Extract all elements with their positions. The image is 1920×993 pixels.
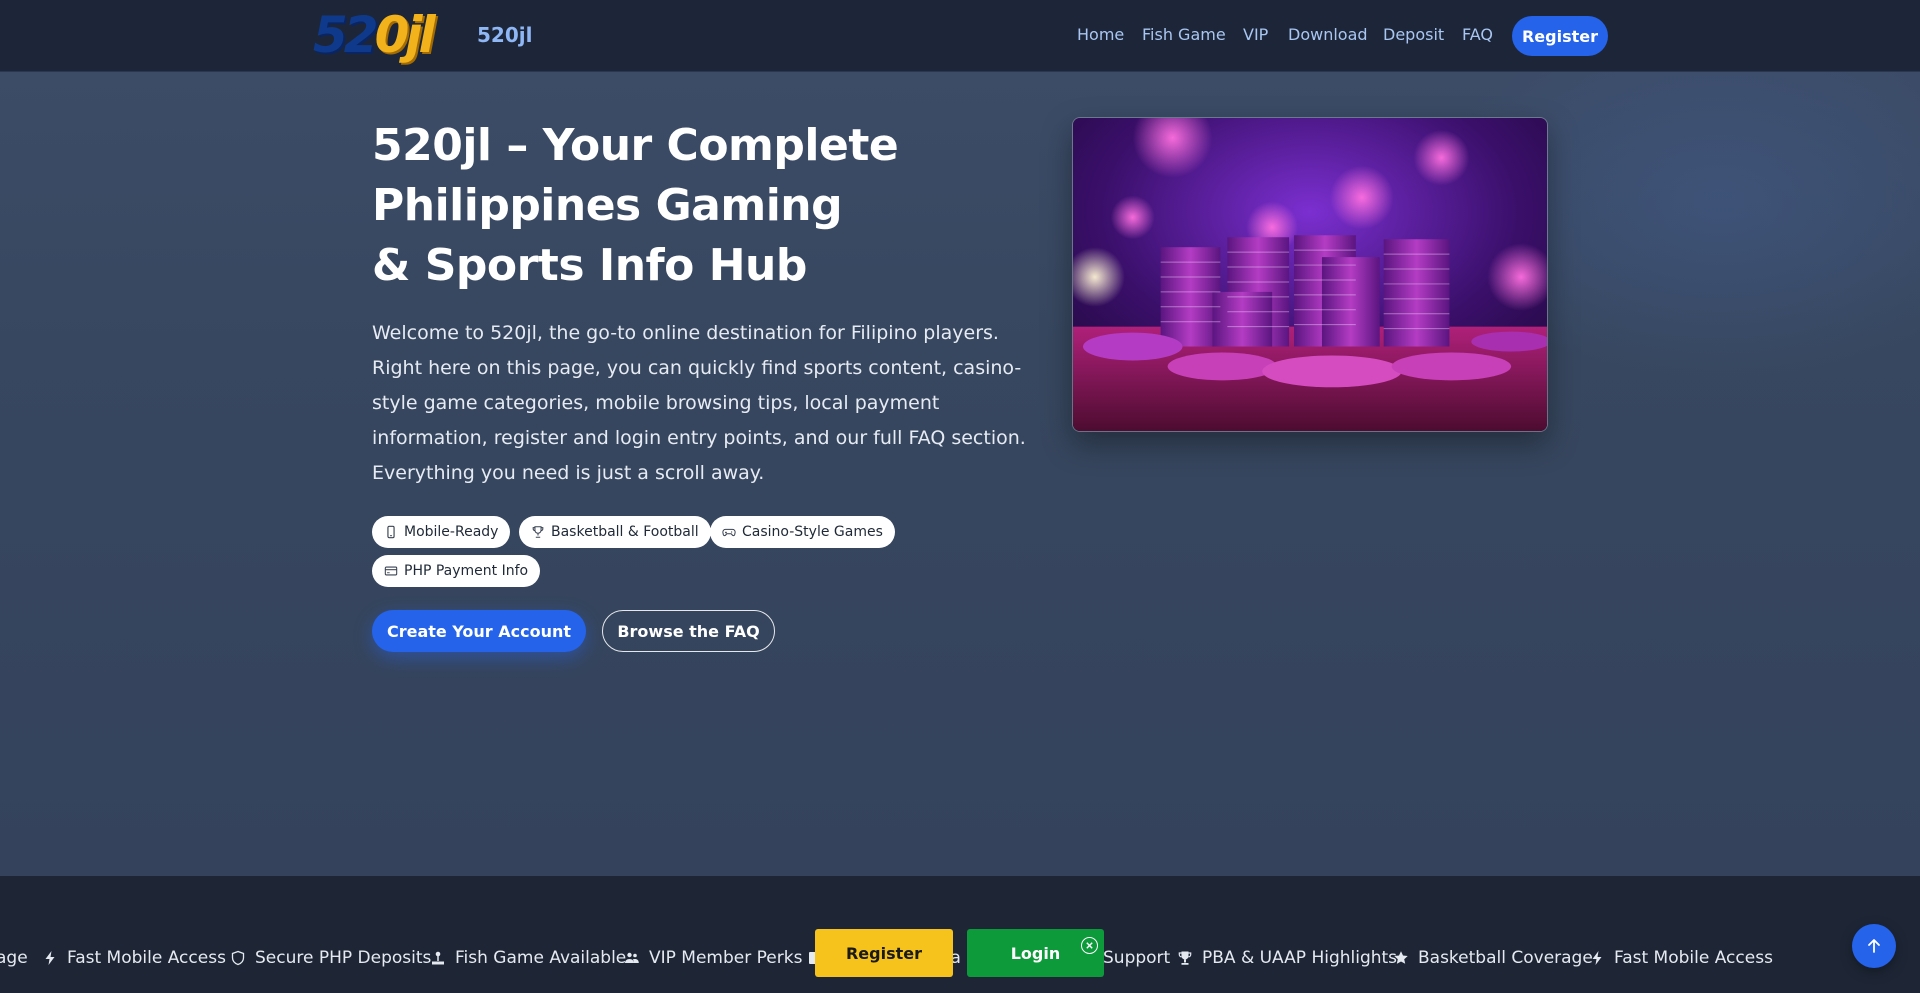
phone-icon xyxy=(387,525,395,539)
ticker-item: Support xyxy=(1103,946,1170,970)
ticker-item: Fish Game Available xyxy=(430,946,626,970)
site-header: 520jl 520jl Home Fish Game VIP Download … xyxy=(0,0,1920,72)
bolt-icon xyxy=(1592,951,1602,965)
tag-label: PHP Payment Info xyxy=(404,563,529,579)
ticker-label: age xyxy=(0,948,28,968)
ticker-item: Basketball Coverage xyxy=(1393,946,1593,970)
floating-login-button[interactable]: Login xyxy=(967,929,1104,977)
hero-title-line: & Sports Info Hub xyxy=(372,240,807,291)
ticker-item: VIP Member Perks xyxy=(624,946,802,970)
star-icon xyxy=(1394,951,1408,964)
nav-faq[interactable]: FAQ xyxy=(1462,25,1493,44)
nav-download[interactable]: Download xyxy=(1288,25,1368,44)
tag-casino-style-games: Casino-Style Games xyxy=(710,516,895,548)
logo-mark: 520jl xyxy=(313,6,436,64)
hero-casino-chips-image xyxy=(1072,117,1548,432)
hero-description: Welcome to 520jl, the go-to online desti… xyxy=(372,322,1026,484)
ticker-label: Fast Mobile Access xyxy=(1614,948,1773,968)
scroll-to-top-button[interactable] xyxy=(1852,924,1896,968)
close-icon[interactable] xyxy=(1081,937,1098,954)
arrow-up-icon xyxy=(1868,939,1880,953)
ticker-item: Fast Mobile Access xyxy=(1589,946,1773,970)
tag-php-payment-info: PHP Payment Info xyxy=(372,555,541,587)
ticker-label: Secure PHP Deposits xyxy=(255,948,432,968)
hero-title-line: Philippines Gaming xyxy=(372,180,843,231)
browse-faq-button[interactable]: Browse the FAQ xyxy=(602,610,775,652)
create-account-button[interactable]: Create Your Account xyxy=(372,610,586,652)
ticker-label: Fast Mobile Access xyxy=(67,948,226,968)
joystick-icon xyxy=(432,951,444,965)
tag-label: Mobile-Ready xyxy=(404,524,499,540)
card-icon xyxy=(384,566,398,576)
nav-vip[interactable]: VIP xyxy=(1243,25,1268,44)
header-register-button[interactable]: Register xyxy=(1512,16,1608,56)
ticker-label: Fish Game Available xyxy=(455,948,627,968)
hero-title: 520jl – Your Complete Philippines Gaming… xyxy=(372,116,932,296)
ticker-label: Support xyxy=(1103,948,1171,968)
ticker-label: VIP Member Perks xyxy=(649,948,803,968)
site-logo[interactable]: 520jl 520jl xyxy=(313,10,532,60)
tag-label: Casino-Style Games xyxy=(742,524,883,540)
nav-deposit[interactable]: Deposit xyxy=(1383,25,1444,44)
floating-register-button[interactable]: Register xyxy=(815,929,953,977)
users-icon xyxy=(625,952,639,963)
hero-title-line: 520jl – Your Complete xyxy=(372,120,899,171)
ticker-label: Basketball Coverage xyxy=(1418,948,1593,968)
gamepad-icon xyxy=(722,528,736,537)
feature-ticker xyxy=(0,876,1920,993)
ticker-label: PBA & UAAP Highlights xyxy=(1202,948,1398,968)
nav-fish-game[interactable]: Fish Game xyxy=(1142,25,1226,44)
ticker-item: PBA & UAAP Highlights xyxy=(1177,946,1397,970)
shield-icon xyxy=(231,950,245,966)
nav-home[interactable]: Home xyxy=(1077,25,1124,44)
bolt-icon xyxy=(45,951,55,965)
logo-text: 520jl xyxy=(477,23,533,47)
ticker-item: Secure PHP Deposits xyxy=(230,946,431,970)
ticker-item: age xyxy=(0,946,28,970)
trophy-icon xyxy=(532,526,544,538)
tag-mobile-ready: Mobile-Ready xyxy=(372,516,511,548)
tag-basketball-football: Basketball & Football xyxy=(519,516,711,548)
ticker-item: Fast Mobile Access xyxy=(42,946,226,970)
tag-label: Basketball & Football xyxy=(551,524,699,540)
trophy-icon xyxy=(1178,951,1192,965)
